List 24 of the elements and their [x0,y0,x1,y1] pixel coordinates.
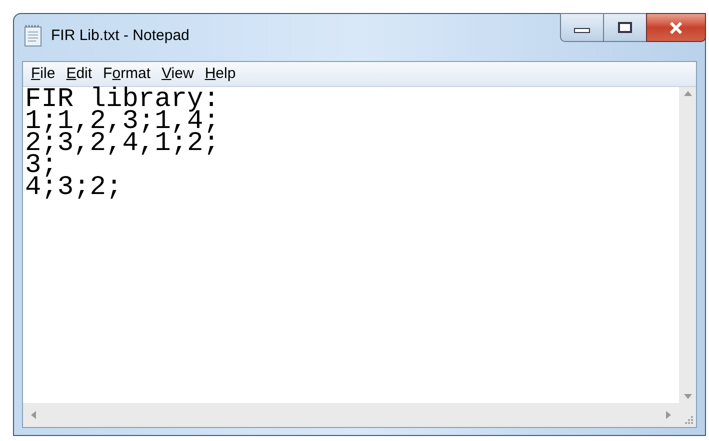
menu-item[interactable]: File [26,62,60,86]
maximize-button[interactable] [604,13,646,42]
notepad-icon [22,24,44,48]
menu-item[interactable]: Format [98,62,156,86]
menu-item[interactable]: Help [200,62,241,86]
text-line: 1;1,2,3;1,4; [25,111,220,133]
scroll-up-icon [684,91,692,96]
text-line: FIR library: [25,89,220,111]
resize-grip-icon[interactable] [684,415,693,424]
menu-item[interactable]: Edit [61,62,98,86]
vertical-scrollbar[interactable] [679,87,696,403]
minimize-button[interactable] [560,13,604,42]
horizontal-scrollbar[interactable] [23,403,679,427]
close-button[interactable] [646,13,706,42]
close-icon [668,22,684,34]
window-title: FIR Lib.txt - Notepad [51,26,190,46]
scroll-left-icon [31,411,36,419]
text-line: 4;3;2; [25,177,122,199]
text-line: 3; [25,155,58,177]
scroll-right-icon [666,411,671,419]
text-line: 2;3,2,4,1;2; [25,133,220,155]
scroll-down-icon [684,394,692,399]
text-area[interactable]: FIR library: 1;1,2,3;1,4; 2;3,2,4,1;2; 3; 4;3;2; [23,87,679,403]
menu-item[interactable]: View [156,62,199,86]
